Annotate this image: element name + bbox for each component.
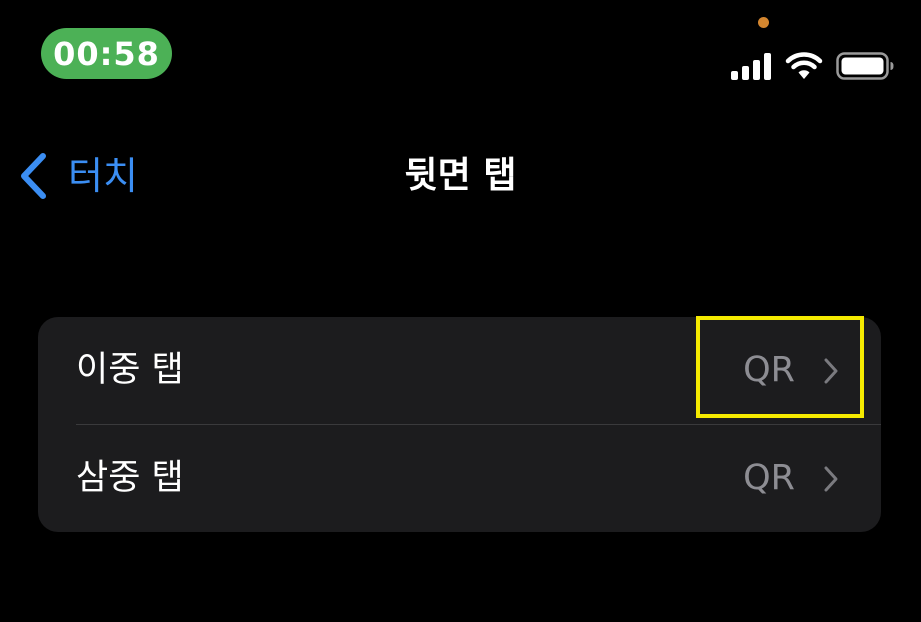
battery-icon [836,52,894,80]
signal-icon [731,53,771,80]
settings-row-triple-tap[interactable]: 삼중 탭 QR [38,425,881,532]
privacy-indicator-dot [758,17,769,28]
settings-row-label: 이중 탭 [76,350,184,390]
status-time: 00:58 [53,34,160,73]
page-title: 뒷면 탭 [404,155,517,196]
settings-row-value: QR [743,350,795,390]
settings-row-label: 삼중 탭 [76,458,184,498]
settings-group: 이중 탭 QR 삼중 탭 QR [38,317,881,532]
settings-row-value: QR [743,458,795,498]
chevron-right-icon [824,466,838,492]
chevron-right-icon [824,358,838,384]
screen: 00:58 터치 뒷면 탭 이중 탭 QR 삼중 탭 QR [0,0,921,622]
settings-row-double-tap[interactable]: 이중 탭 QR [38,317,881,425]
wifi-icon [785,52,823,79]
time-pill[interactable]: 00:58 [41,28,172,79]
